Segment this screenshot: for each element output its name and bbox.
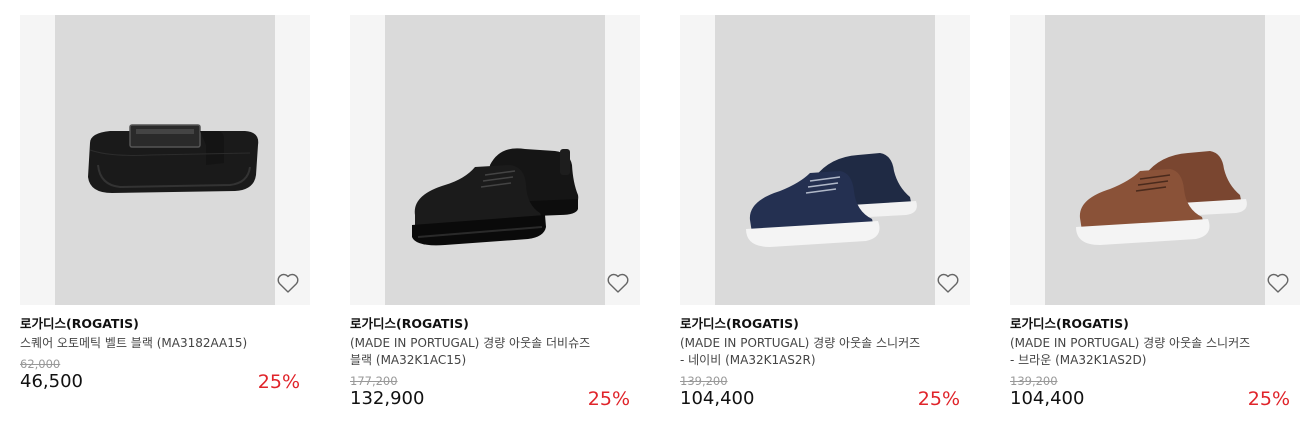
wishlist-heart-icon[interactable]: [276, 271, 300, 295]
product-card[interactable]: 로가디스(ROGATIS) 스퀘어 오토메틱 벨트 블랙 (MA3182AA15…: [20, 15, 310, 425]
price-row: 177,200 132,900 25%: [350, 374, 640, 414]
product-name[interactable]: (MADE IN PORTUGAL) 경량 아웃솔 스니커즈 - 네이비 (MA…: [680, 335, 960, 369]
brown-sneakers-image: [1076, 151, 1247, 245]
brand-name[interactable]: 로가디스(ROGATIS): [1010, 316, 1300, 332]
original-price: 139,200: [1010, 374, 1058, 388]
original-price: 139,200: [680, 374, 728, 388]
product-card[interactable]: 로가디스(ROGATIS) (MADE IN PORTUGAL) 경량 아웃솔 …: [350, 15, 640, 425]
product-card[interactable]: 로가디스(ROGATIS) (MADE IN PORTUGAL) 경량 아웃솔 …: [680, 15, 970, 425]
discount-rate: 25%: [257, 371, 300, 393]
product-name-line: (MADE IN PORTUGAL) 경량 아웃솔 스니커즈: [1010, 336, 1251, 350]
belt-image: [88, 124, 259, 193]
product-name[interactable]: (MADE IN PORTUGAL) 경량 아웃솔 스니커즈 - 브라운 (MA…: [1010, 335, 1290, 369]
product-name-line: 스퀘어 오토메틱 벨트 블랙 (MA3182AA15): [20, 336, 248, 350]
navy-sneakers-image: [746, 153, 917, 247]
product-image[interactable]: [680, 15, 970, 305]
product-name-line: (MADE IN PORTUGAL) 경량 아웃솔 스니커즈: [680, 336, 921, 350]
original-price: 62,000: [20, 357, 61, 371]
product-grid: 로가디스(ROGATIS) 스퀘어 오토메틱 벨트 블랙 (MA3182AA15…: [0, 0, 1303, 433]
discount-rate: 25%: [587, 388, 630, 410]
derby-shoes-image: [412, 148, 579, 246]
wishlist-heart-icon[interactable]: [606, 271, 630, 295]
price-row: 139,200 104,400 25%: [1010, 374, 1300, 414]
product-name[interactable]: 스퀘어 오토메틱 벨트 블랙 (MA3182AA15): [20, 335, 300, 352]
discount-rate: 25%: [917, 388, 960, 410]
product-image[interactable]: [1010, 15, 1300, 305]
product-name-line: 블랙 (MA32K1AC15): [350, 353, 467, 367]
product-image[interactable]: [20, 15, 310, 305]
wishlist-heart-icon[interactable]: [936, 271, 960, 295]
product-card[interactable]: 로가디스(ROGATIS) (MADE IN PORTUGAL) 경량 아웃솔 …: [1010, 15, 1300, 425]
brand-name[interactable]: 로가디스(ROGATIS): [350, 316, 640, 332]
product-name[interactable]: (MADE IN PORTUGAL) 경량 아웃솔 더비슈즈 블랙 (MA32K…: [350, 335, 630, 369]
price-row: 62,000 46,500 25%: [20, 357, 310, 397]
brand-name[interactable]: 로가디스(ROGATIS): [680, 316, 970, 332]
wishlist-heart-icon[interactable]: [1266, 271, 1290, 295]
product-name-line: - 네이비 (MA32K1AS2R): [680, 353, 816, 367]
product-name-line: - 브라운 (MA32K1AS2D): [1010, 353, 1147, 367]
brand-name[interactable]: 로가디스(ROGATIS): [20, 316, 310, 332]
discount-rate: 25%: [1247, 388, 1290, 410]
product-name-line: (MADE IN PORTUGAL) 경량 아웃솔 더비슈즈: [350, 336, 591, 350]
price-row: 139,200 104,400 25%: [680, 374, 970, 414]
product-image[interactable]: [350, 15, 640, 305]
original-price: 177,200: [350, 374, 398, 388]
